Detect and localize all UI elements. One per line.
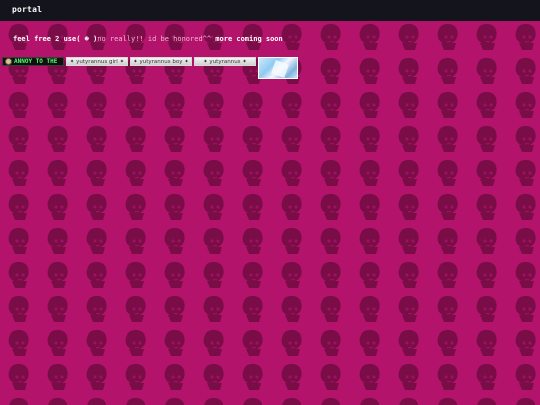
yutyrannus-girl-button[interactable]: ✦ yutyrannus girl ✦ (66, 57, 128, 66)
yutyrannus-boy-label: ✦ yutyrannus boy ✦ (133, 58, 189, 65)
annoy-button[interactable]: ANNOY TO THE (2, 57, 64, 66)
button-row: ANNOY TO THE ✦ yutyrannus girl ✦ ✦ yutyr… (2, 57, 298, 79)
face-icon (5, 58, 12, 65)
intro-line-b: no really!! id be honored^^ (97, 35, 212, 43)
site-title[interactable]: portal (12, 5, 42, 14)
thumbnail-image (271, 60, 289, 78)
yutyrannus-boy-button[interactable]: ✦ yutyrannus boy ✦ (130, 57, 192, 66)
annoy-button-label: ANNOY TO THE (14, 58, 58, 65)
intro-line-c: more coming soon (211, 35, 283, 43)
image-button[interactable] (258, 57, 298, 79)
intro-text: feel free 2 use( ☻ )no really!! id be ho… (13, 34, 283, 44)
top-bar: portal (0, 0, 540, 21)
yutyrannus-label: ✦ yutyrannus ✦ (203, 58, 247, 65)
intro-line-a: feel free 2 use( ☻ ) (13, 35, 98, 43)
yutyrannus-girl-label: ✦ yutyrannus girl ✦ (69, 58, 125, 65)
yutyrannus-button[interactable]: ✦ yutyrannus ✦ (194, 57, 256, 66)
